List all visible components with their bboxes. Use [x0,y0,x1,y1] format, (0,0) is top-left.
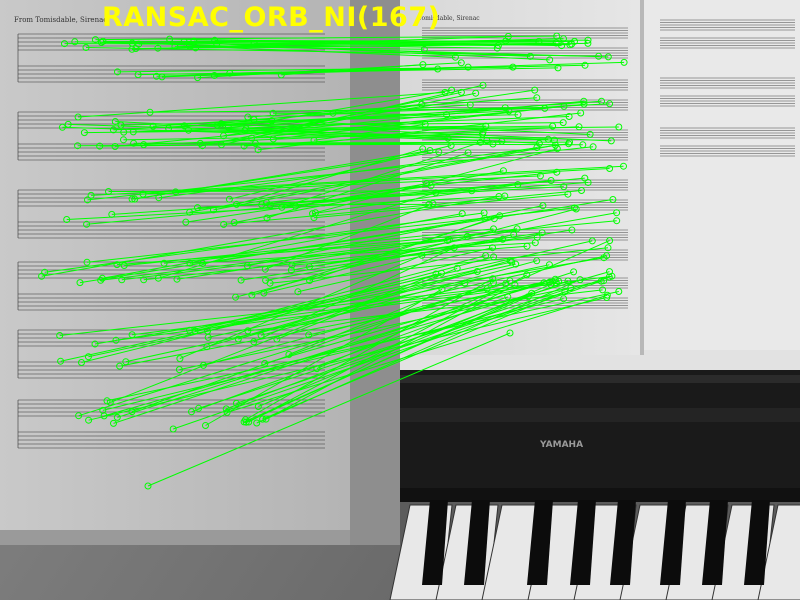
feature-match-visualization: From Tomisdable, Sirenac Tomisdable, Sir… [0,0,800,600]
piano-body [400,370,800,490]
overlay-title: RANSAC_ORB_NI(167) [102,2,441,33]
left-sheet-header: From Tomisdable, Sirenac [14,16,107,24]
piano-brand-logo: YAMAHA [539,440,583,450]
right-second-sheet [644,0,800,350]
